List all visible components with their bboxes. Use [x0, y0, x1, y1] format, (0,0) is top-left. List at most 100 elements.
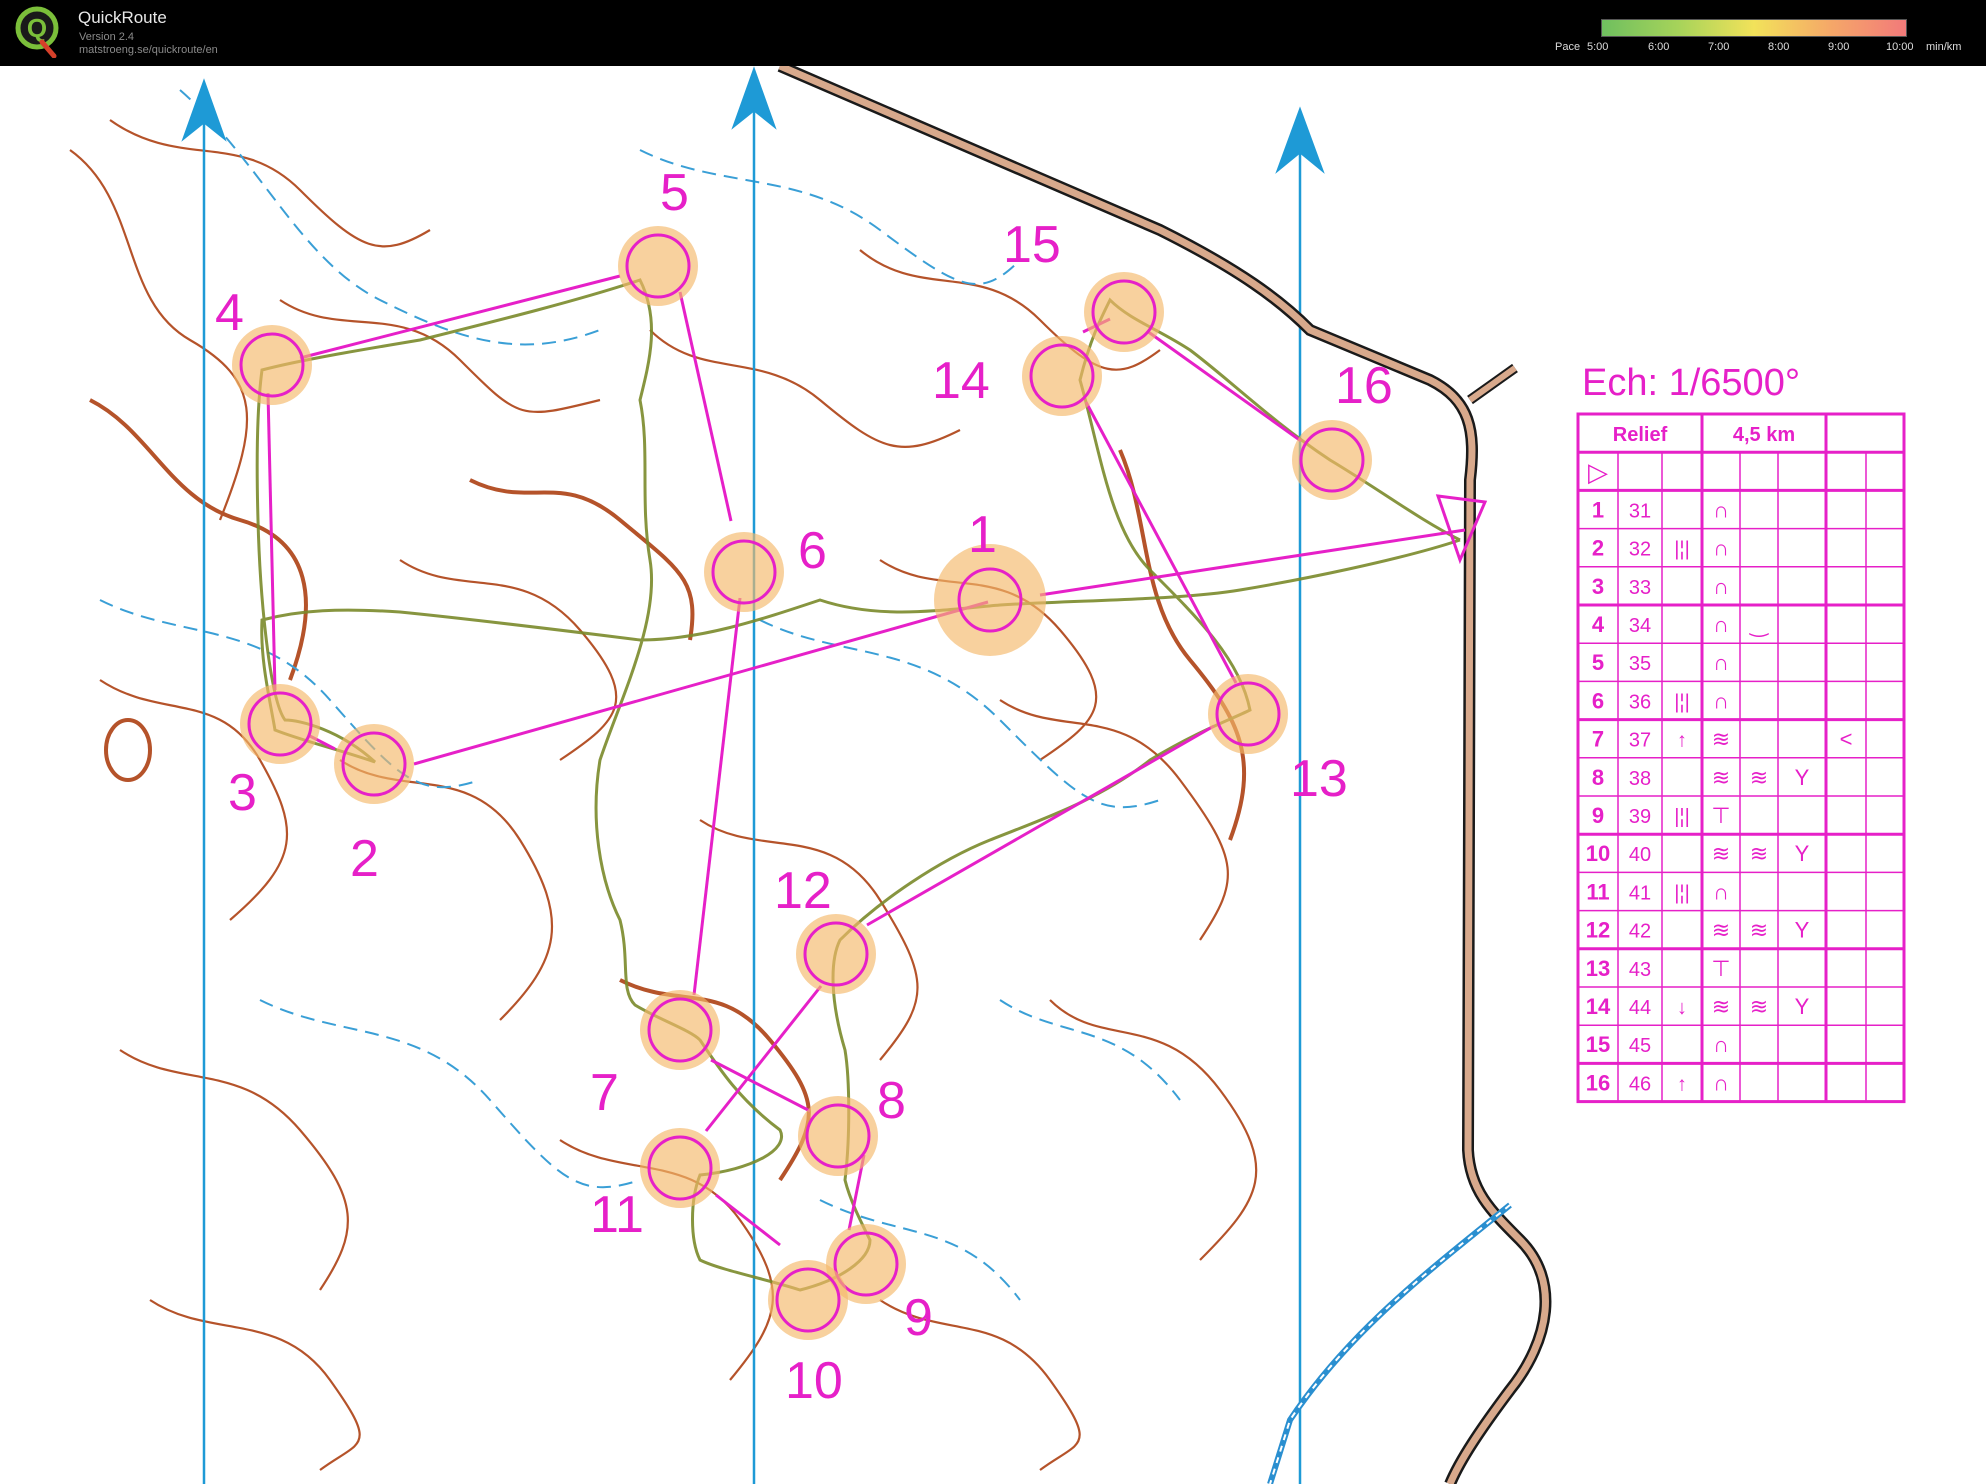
table-symbol-d: ∩ [1713, 650, 1729, 675]
table-symbol-d: ≋ [1712, 994, 1730, 1019]
control-16 [1292, 420, 1372, 500]
table-control-code: 33 [1629, 577, 1651, 599]
control-number-7: 7 [590, 1064, 619, 1122]
start-symbol: ▷ [1588, 457, 1608, 487]
control-highlight [798, 1096, 878, 1176]
orienteering-map[interactable]: 1 2 3 4 5 6 7 8 9 10 11 12 13 14 15 16 E… [0, 66, 1986, 1484]
table-control-code: 41 [1629, 882, 1651, 904]
control-10 [768, 1260, 848, 1340]
table-symbol-e: ≋ [1750, 841, 1768, 866]
pace-tick-7: 7:00 [1708, 41, 1730, 53]
control-highlight [640, 1128, 720, 1208]
control-number-9: 9 [904, 1289, 933, 1347]
pace-legend: Pace 5:00 6:00 7:00 8:00 9:00 10:00 min/… [1550, 17, 1980, 57]
table-control-number: 16 [1586, 1070, 1610, 1095]
control-number-3: 3 [228, 764, 257, 822]
table-control-code: 44 [1629, 997, 1651, 1019]
table-control-number: 15 [1586, 1032, 1610, 1057]
table-control-number: 9 [1592, 803, 1604, 828]
table-control-number: 14 [1586, 994, 1611, 1019]
table-control-number: 2 [1592, 536, 1604, 561]
svg-text:Q: Q [27, 13, 47, 43]
pace-tick-8: 8:00 [1768, 41, 1790, 53]
control-13 [1208, 674, 1288, 754]
table-symbol-c: |¦| [1674, 806, 1690, 828]
table-control-code: 34 [1629, 615, 1651, 637]
control-12 [796, 914, 876, 994]
table-control-number: 11 [1586, 879, 1609, 904]
table-control-code: 37 [1629, 730, 1651, 752]
table-symbol-f: Y [1795, 765, 1810, 790]
control-highlight [1208, 674, 1288, 754]
table-control-code: 31 [1629, 500, 1651, 522]
app-title: QuickRoute [78, 8, 167, 27]
control-number-10: 10 [785, 1352, 843, 1410]
table-symbol-d: ∩ [1713, 536, 1729, 561]
control-highlight [704, 532, 784, 612]
control-5 [618, 226, 698, 306]
table-control-number: 1 [1592, 497, 1604, 522]
table-control-code: 35 [1629, 653, 1651, 675]
control-highlight [796, 914, 876, 994]
table-symbol-f: Y [1795, 841, 1810, 866]
table-control-number: 13 [1586, 956, 1610, 981]
control-number-13: 13 [1290, 750, 1348, 808]
table-symbol-d: ∩ [1713, 879, 1729, 904]
control-number-15: 15 [1003, 216, 1061, 274]
table-symbol-f: Y [1795, 918, 1810, 943]
control-highlight [768, 1260, 848, 1340]
pace-label: Pace [1555, 41, 1581, 53]
control-number-12: 12 [774, 862, 832, 920]
control-highlight [232, 325, 312, 405]
table-control-number: 5 [1592, 650, 1604, 675]
control-7 [640, 990, 720, 1070]
table-control-code: 36 [1629, 691, 1651, 713]
table-symbol-e: ≋ [1750, 918, 1768, 943]
table-symbol-d: ∩ [1713, 1070, 1729, 1095]
control-2 [334, 724, 414, 804]
control-highlight [618, 226, 698, 306]
table-control-code: 46 [1629, 1073, 1651, 1095]
table-symbol-e: ≋ [1750, 765, 1768, 790]
control-number-16: 16 [1335, 357, 1393, 415]
quickroute-logo-icon: Q [15, 6, 59, 58]
table-symbol-c: ↑ [1677, 730, 1687, 752]
control-highlight [240, 684, 320, 764]
table-header-relief: Relief [1613, 424, 1668, 446]
pace-tick-9: 9:00 [1828, 41, 1850, 53]
pace-unit: min/km [1926, 41, 1962, 53]
pace-tick-6: 6:00 [1648, 41, 1670, 53]
table-control-number: 7 [1592, 727, 1604, 752]
table-symbol-f: Y [1795, 994, 1810, 1019]
control-3 [240, 684, 320, 764]
table-symbol-d: ⊤ [1711, 803, 1730, 828]
table-control-number: 8 [1592, 765, 1604, 790]
table-control-number: 10 [1586, 841, 1610, 866]
table-control-code: 40 [1629, 844, 1651, 866]
map-scale-label: Ech: 1/6500° [1582, 362, 1800, 404]
table-symbol-d: ∩ [1713, 497, 1729, 522]
table-control-code: 38 [1629, 768, 1651, 790]
table-header-distance: 4,5 km [1733, 424, 1795, 446]
control-highlight [1022, 336, 1102, 416]
control-highlight [334, 724, 414, 804]
table-symbol-c: |¦| [1674, 882, 1690, 904]
table-symbol-d: ∩ [1713, 1032, 1729, 1057]
table-control-code: 39 [1629, 806, 1651, 828]
control-14 [1022, 336, 1102, 416]
table-symbol-d: ∩ [1713, 688, 1729, 713]
control-highlight [1084, 272, 1164, 352]
control-11 [640, 1128, 720, 1208]
app-version: Version 2.4 [79, 31, 135, 43]
pace-color-bar [1601, 19, 1907, 37]
control-number-4: 4 [215, 284, 244, 342]
table-control-code: 42 [1629, 921, 1651, 943]
control-number-6: 6 [798, 522, 827, 580]
table-control-number: 12 [1586, 918, 1610, 943]
app-header: Q QuickRoute Version 2.4 matstroeng.se/q… [0, 0, 1986, 66]
control-highlight [1292, 420, 1372, 500]
control-number-2: 2 [350, 830, 379, 888]
table-symbol-c: ↓ [1677, 997, 1687, 1019]
table-symbol-d: ⊤ [1711, 956, 1730, 981]
map-canvas: 1 2 3 4 5 6 7 8 9 10 11 12 13 14 15 16 E… [0, 66, 1986, 1484]
